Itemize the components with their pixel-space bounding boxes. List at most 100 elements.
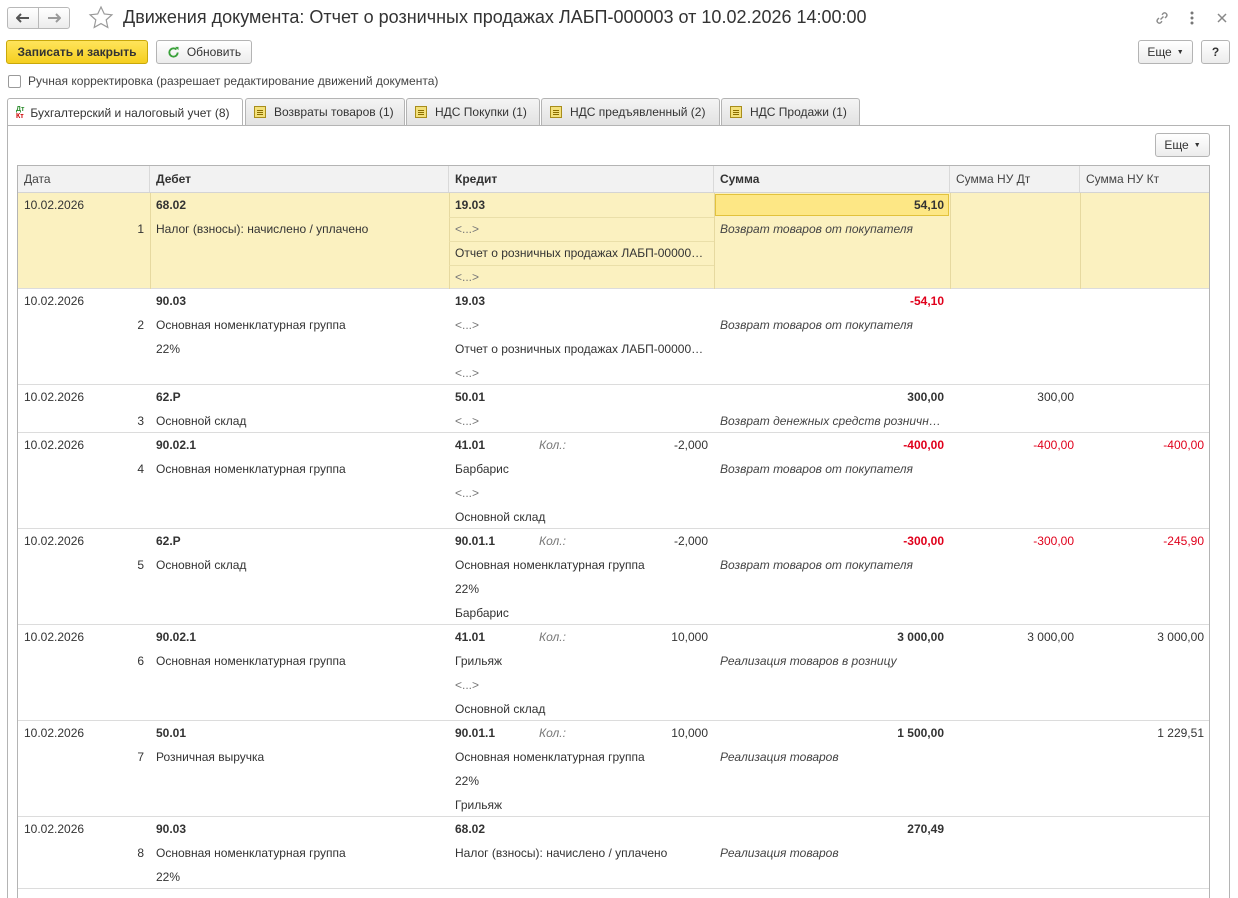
tab-label: НДС предъявленный (2) — [570, 105, 706, 119]
tab-vat-sales[interactable]: НДС Продажи (1) — [721, 98, 860, 125]
entry-number: 3 — [137, 414, 144, 428]
column-divider — [150, 193, 151, 289]
credit-subconto: <...> — [455, 414, 480, 428]
entry-date: 10.02.2026 — [24, 438, 85, 452]
column-header-debit[interactable]: Дебет — [150, 166, 449, 192]
quantity-label: Кол.: — [539, 534, 566, 548]
entry-comment: Возврат денежных средств розничным покуп… — [720, 414, 946, 428]
table-row[interactable]: 10.02.2026 6 90.02.1 Основная номенклатурна… — [18, 625, 1209, 721]
debit-subconto: Основная номенклатурная группа — [156, 846, 346, 860]
debit-account: 90.02.1 — [156, 630, 197, 644]
back-button[interactable] — [7, 7, 39, 29]
debit-subconto: Налог (взносы): начислено / уплачено — [156, 222, 369, 236]
table-row[interactable]: 10.02.2026 4 90.02.1 Основная номенклатурна… — [18, 433, 1209, 529]
tab-label: НДС Продажи (1) — [750, 105, 847, 119]
credit-subconto: Основная номенклатурная группа — [455, 558, 645, 572]
sum-nu-kt: 1 229,51 — [1157, 726, 1204, 740]
help-button[interactable]: ? — [1201, 40, 1230, 64]
column-divider — [1080, 193, 1081, 289]
entry-date: 10.02.2026 — [24, 294, 85, 308]
dt-kt-icon: Дт Кт — [16, 105, 25, 120]
entry-comment: Реализация товаров в розницу — [720, 654, 897, 668]
column-header-sum-nu-dt[interactable]: Сумма НУ Дт — [950, 166, 1080, 192]
debit-subconto: Основная номенклатурная группа — [156, 462, 346, 476]
link-icon[interactable] — [1153, 9, 1171, 27]
manual-edit-checkbox[interactable] — [8, 74, 21, 88]
sum-nu-kt: -400,00 — [1163, 438, 1204, 452]
sum-nu-dt: -400,00 — [1033, 438, 1074, 452]
credit-subconto: <...> — [455, 366, 480, 380]
credit-quantity: 10,000 — [671, 630, 708, 644]
debit-subconto: Основной склад — [156, 558, 247, 572]
sum-nu-dt: -300,00 — [1033, 534, 1074, 548]
tab-vat-presented[interactable]: НДС предъявленный (2) — [541, 98, 720, 125]
credit-quantity: -2,000 — [673, 438, 708, 452]
tab-accounting[interactable]: Дт Кт Бухгалтерский и налоговый учет (8) — [7, 98, 243, 126]
debit-account: 50.01 — [156, 726, 187, 740]
credit-account: 90.01.1 — [455, 726, 496, 740]
debit-subconto: 22% — [156, 342, 181, 356]
close-icon[interactable] — [1213, 9, 1231, 27]
table-row[interactable]: 10.02.2026 1 68.02 Налог (взносы): начислен… — [18, 193, 1209, 289]
credit-subconto: <...> — [455, 270, 480, 284]
entry-date: 10.02.2026 — [24, 534, 85, 548]
title-bar: Движения документа: Отчет о розничных пр… — [0, 0, 1238, 36]
forward-button[interactable] — [38, 7, 70, 29]
entry-comment: Реализация товаров — [720, 846, 839, 860]
arrow-left-icon — [16, 13, 29, 23]
debit-account: 62.Р — [156, 534, 181, 548]
debit-subconto: Основная номенклатурная группа — [156, 654, 346, 668]
more-vertical-icon[interactable] — [1183, 9, 1201, 27]
favorite-star-icon[interactable] — [88, 5, 114, 31]
tab-label: Бухгалтерский и налоговый учет (8) — [30, 105, 230, 120]
window-title: Движения документа: Отчет о розничных пр… — [123, 7, 867, 27]
debit-account: 90.02.1 — [156, 438, 197, 452]
column-header-date[interactable]: Дата — [18, 166, 150, 192]
entry-comment: Возврат товаров от покупателя — [720, 558, 913, 572]
refresh-button[interactable]: Обновить — [156, 40, 252, 64]
quantity-label: Кол.: — [539, 630, 566, 644]
debit-account: 90.03 — [156, 294, 187, 308]
table-row[interactable]: 10.02.2026 2 90.03 Основная номенклатурная … — [18, 289, 1209, 385]
refresh-icon — [168, 46, 179, 58]
tab-returns[interactable]: Возвраты товаров (1) — [245, 98, 405, 125]
table-row[interactable]: 10.02.2026 3 62.Р Основной склад 50.01 <...> 3… — [18, 385, 1209, 433]
column-header-sum-nu-kt[interactable]: Сумма НУ Кт — [1080, 166, 1209, 192]
entry-sum: 1 500,00 — [897, 726, 944, 740]
debit-subconto: Основной склад — [156, 414, 247, 428]
credit-subconto: Грильяж — [455, 798, 502, 812]
entry-comment: Возврат товаров от покупателя — [720, 222, 913, 236]
credit-subconto: Грильяж — [455, 654, 502, 668]
entry-number: 8 — [137, 846, 144, 860]
credit-subconto: Отчет о розничных продажах ЛАБП-000003 о… — [455, 246, 708, 260]
entry-sum: 300,00 — [907, 390, 944, 404]
debit-account: 68.02 — [156, 198, 187, 212]
register-icon — [254, 106, 266, 118]
quantity-label: Кол.: — [539, 726, 566, 740]
register-icon — [415, 106, 427, 118]
entry-comment: Возврат товаров от покупателя — [720, 462, 913, 476]
entry-date: 10.02.2026 — [24, 198, 85, 212]
column-header-credit[interactable]: Кредит — [449, 166, 714, 192]
credit-subconto: Налог (взносы): начислено / уплачено — [455, 846, 668, 860]
tab-vat-purchases[interactable]: НДС Покупки (1) — [406, 98, 540, 125]
entry-date: 10.02.2026 — [24, 726, 85, 740]
credit-subconto: Барбарис — [455, 606, 509, 620]
credit-subconto: 22% — [455, 774, 480, 788]
credit-subconto: Отчет о розничных продажах ЛАБП-000003 о… — [455, 342, 708, 356]
save-and-close-button[interactable]: Записать и закрыть — [6, 40, 148, 64]
manual-edit-checkbox-row[interactable]: Ручная корректировка (разрешает редактир… — [8, 74, 438, 88]
entry-sum: -54,10 — [909, 294, 944, 308]
entry-comment: Реализация товаров — [720, 750, 839, 764]
column-header-sum[interactable]: Сумма — [714, 166, 950, 192]
credit-account: 90.01.1 — [455, 534, 496, 548]
arrow-right-icon — [48, 13, 61, 23]
credit-account: 19.03 — [455, 294, 486, 308]
table-row[interactable]: 10.02.2026 7 50.01 Розничная выручка 90.01.1… — [18, 721, 1209, 817]
entry-sum: 270,49 — [907, 822, 944, 836]
table-row[interactable]: 10.02.2026 5 62.Р Основной склад 90.01.1 Осно… — [18, 529, 1209, 625]
table-row[interactable]: 10.02.2026 8 90.03 Основная номенклатурная … — [18, 817, 1209, 889]
entry-number: 1 — [137, 222, 144, 236]
grid-more-button[interactable]: Еще ▼ — [1155, 133, 1210, 157]
more-button[interactable]: Еще ▼ — [1138, 40, 1193, 64]
